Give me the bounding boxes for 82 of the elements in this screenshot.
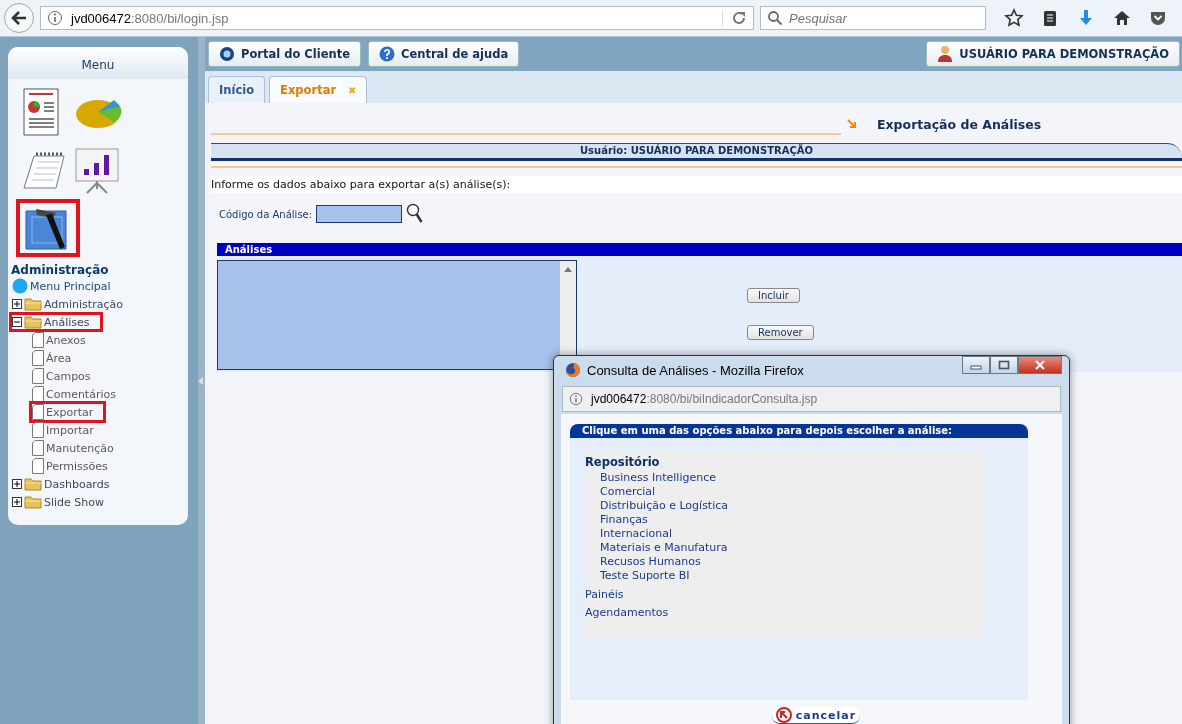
option-link[interactable]: Business Intelligence — [585, 471, 985, 485]
page-icon — [32, 458, 44, 474]
page-icon — [32, 404, 44, 420]
tree-item[interactable]: Administração — [44, 297, 123, 311]
address-field[interactable]: jvd006472:8080/bi/login.jsp — [40, 6, 754, 30]
folder-icon — [24, 315, 42, 329]
code-input-field[interactable] — [316, 205, 403, 223]
page-icon — [32, 440, 44, 456]
toolbar-button[interactable]: Central de ajuda — [367, 41, 520, 67]
url-text: jvd006472:8080/bi/login.jsp — [71, 10, 230, 26]
folder-icon — [24, 495, 42, 509]
user-button[interactable]: USUÁRIO PARA DEMONSTRAÇÃO — [926, 41, 1180, 67]
folder-icon — [24, 297, 42, 311]
analyses-list[interactable] — [217, 260, 577, 370]
page-icon — [32, 386, 44, 402]
field-label: Código da Análise: — [219, 208, 313, 220]
page-icon — [32, 350, 44, 366]
search-icon — [767, 10, 783, 26]
maximize-button[interactable] — [990, 356, 1018, 374]
page-icon — [32, 422, 44, 438]
option-link[interactable]: Teste Suporte BI — [585, 569, 985, 583]
toolbar-button[interactable]: Portal do Cliente — [208, 41, 361, 67]
tree-item[interactable]: Importar — [46, 423, 94, 437]
page-icon — [32, 332, 44, 348]
info-icon — [569, 392, 583, 406]
section-header: Clique em uma das opções abaixo para depois escolher a análise: — [570, 424, 1028, 438]
maximize-icon — [998, 360, 1010, 370]
bookmark-star-icon[interactable] — [1004, 8, 1024, 28]
close-button[interactable] — [1018, 356, 1062, 374]
tree-item[interactable]: Dashboards — [44, 477, 110, 491]
action-button[interactable]: Incluir — [747, 288, 800, 303]
option-link[interactable]: Recusos Humanos — [585, 555, 985, 569]
section-title: Administração — [11, 263, 110, 277]
option-link[interactable]: Agendamentos — [585, 606, 985, 619]
group-heading: Repositório — [585, 455, 661, 469]
expand-icon[interactable] — [12, 497, 22, 507]
search-field[interactable]: Pesquisar — [760, 6, 986, 30]
user-band-text: Usuário: USUÁRIO PARA DEMONSTRAÇÃO — [580, 145, 813, 156]
tree-item[interactable]: Anexos — [46, 333, 86, 347]
info-icon — [47, 10, 63, 26]
magnifier-icon[interactable] — [406, 203, 425, 225]
tree-item[interactable]: Slide Show — [44, 495, 105, 509]
tree-item[interactable]: Menu Principal — [30, 279, 111, 293]
page-title: Exportação de Análises — [877, 116, 1042, 132]
arrow-icon — [847, 119, 857, 129]
home-icon[interactable] — [1112, 8, 1132, 28]
option-link[interactable]: Painéis — [585, 588, 985, 601]
option-link[interactable]: Internacional — [585, 527, 985, 541]
window-title: Consulta de Análises - Mozilla Firefox — [587, 362, 804, 378]
reload-icon[interactable] — [722, 10, 747, 26]
back-button[interactable] — [4, 3, 34, 33]
expand-icon[interactable] — [12, 479, 22, 489]
section-header: Análises — [217, 243, 1182, 256]
tree-item[interactable]: Área — [46, 351, 72, 365]
user-icon — [937, 45, 954, 63]
tree-item[interactable]: Campos — [46, 369, 91, 383]
option-link[interactable]: Comercial — [585, 485, 985, 499]
tab[interactable]: Início — [208, 76, 266, 103]
option-link[interactable]: Distribuição e Logística — [585, 499, 985, 513]
option-link[interactable]: Materiais e Manufatura — [585, 541, 985, 555]
action-button[interactable]: Remover — [747, 325, 814, 340]
tree-item[interactable]: Manutenção — [46, 441, 114, 455]
tree-item[interactable]: Permissões — [46, 459, 108, 473]
menu-title: Menu — [8, 47, 188, 79]
globe-icon — [12, 278, 28, 294]
option-link[interactable]: Finanças — [585, 513, 985, 527]
url-text: jvd006472:8080/bi/biIndicadorConsulta.jsp — [591, 392, 819, 406]
instruction-text: Informe os dados abaixo para exportar a(s) análise(s): — [211, 176, 1182, 193]
cancel-button[interactable]: cancelar — [771, 707, 861, 724]
browser-logo-icon — [565, 362, 581, 378]
help-icon — [378, 46, 395, 62]
close-icon — [1034, 360, 1046, 370]
collapse-icon[interactable] — [12, 317, 22, 327]
scroll-up-icon[interactable] — [564, 267, 572, 272]
presentation-board-icon[interactable] — [74, 145, 120, 195]
page-icon — [32, 368, 44, 384]
globe-icon — [219, 46, 235, 62]
back-arrow-icon — [10, 9, 28, 27]
tree-item[interactable]: Comentários — [46, 387, 116, 401]
expand-icon[interactable] — [12, 299, 22, 309]
folder-icon — [24, 477, 42, 491]
minimize-button[interactable] — [962, 356, 990, 374]
